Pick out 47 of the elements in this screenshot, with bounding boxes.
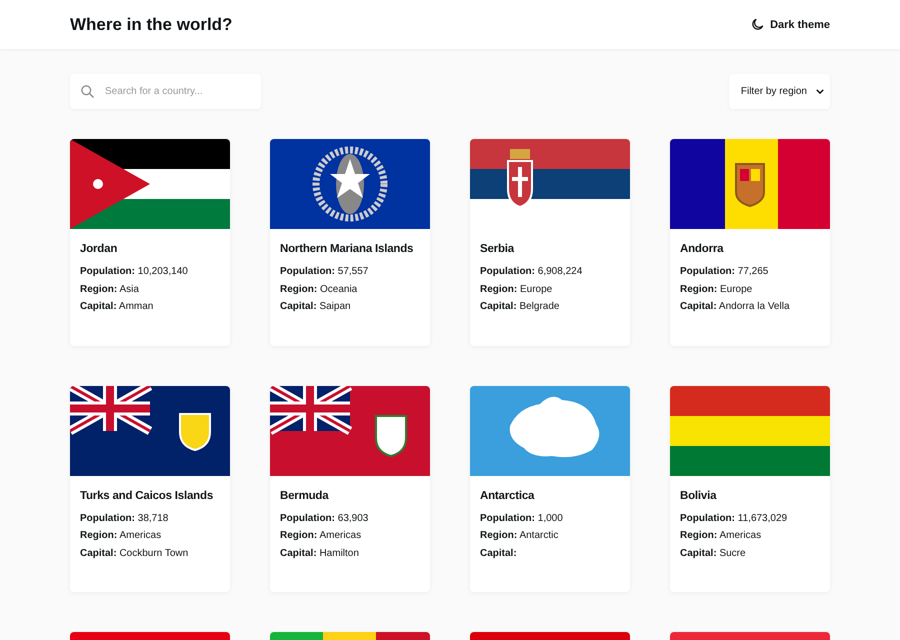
- country-detail: Population: 57,557: [280, 265, 370, 279]
- region-filter-dropdown[interactable]: Filter by region: [728, 74, 830, 109]
- country-detail: Capital:: [480, 546, 518, 560]
- country-detail: Capital: Belgrade: [480, 300, 560, 314]
- country-detail: Population: 38,718: [80, 512, 170, 526]
- chevron-down-icon: [816, 89, 824, 94]
- country-detail: Population: 77,265: [680, 265, 770, 279]
- country-card[interactable]: Jordan Population: 10,203,140 Region: Asia Capital: Amman: [70, 139, 230, 346]
- country-detail: Capital: Saipan: [280, 300, 352, 314]
- country-detail: Region: Americas: [680, 529, 762, 543]
- country-detail: Capital: Hamilton: [280, 546, 360, 560]
- dark-theme-button[interactable]: Dark theme: [750, 15, 830, 34]
- search-icon: [80, 84, 95, 99]
- country-name: Antarctica: [480, 488, 536, 504]
- moon-icon: [750, 17, 766, 32]
- country-detail: Population: 6,908,224: [480, 265, 584, 279]
- country-name: Serbia: [480, 242, 516, 257]
- country-card[interactable]: Serbia Population: 6,908,224 Region: Europe Capital: Belgrade: [470, 139, 630, 346]
- country-detail: Capital: Cockburn Town: [80, 546, 190, 560]
- country-detail: Capital: Amman: [80, 300, 154, 314]
- site-title: Where in the world?: [70, 14, 232, 34]
- country-detail: Region: Europe: [680, 282, 754, 296]
- country-detail: Region: Antarctic: [480, 529, 560, 543]
- country-detail: Capital: Sucre: [680, 546, 747, 560]
- country-name: Bolivia: [680, 488, 718, 504]
- country-name: Bermuda: [280, 488, 330, 504]
- country-card[interactable]: Turks and Caicos Islands Population: 38,718 Region: Americas Capital: Cockburn Town: [70, 386, 230, 592]
- country-name: Jordan: [80, 242, 118, 257]
- country-name: Andorra: [680, 242, 724, 257]
- country-card[interactable]: Antarctica Population: 1,000 Region: Antarctic Capital:: [470, 386, 630, 592]
- country-name: Northern Mariana Islands: [280, 242, 414, 257]
- country-detail: Region: Oceania: [280, 282, 358, 296]
- country-detail: Population: 11,673,029: [680, 512, 788, 526]
- country-detail: Capital: Andorra la Vella: [680, 300, 790, 314]
- country-card[interactable]: Andorra Population: 77,265 Region: Europe Capital: Andorra la Vella: [670, 139, 830, 346]
- country-name: Turks and Caicos Islands: [80, 488, 214, 504]
- search-field[interactable]: Search for a country...: [70, 74, 261, 109]
- country-card[interactable]: Northern Mariana Islands Population: 57,557 Region: Oceania Capital: Saipan: [270, 139, 430, 346]
- country-card[interactable]: Bermuda Population: 63,903 Region: Americas Capital: Hamilton: [270, 386, 430, 592]
- country-detail: Population: 63,903: [280, 512, 370, 526]
- country-detail: Population: 1,000: [480, 512, 564, 526]
- country-detail: Region: Europe: [480, 282, 554, 296]
- country-detail: Region: Americas: [80, 529, 162, 543]
- country-detail: Region: Asia: [80, 282, 140, 296]
- country-detail: Region: Americas: [280, 529, 362, 543]
- country-detail: Population: 10,203,140: [80, 265, 189, 279]
- country-card[interactable]: Bolivia Population: 11,673,029 Region: Americas Capital: Sucre: [670, 386, 830, 592]
